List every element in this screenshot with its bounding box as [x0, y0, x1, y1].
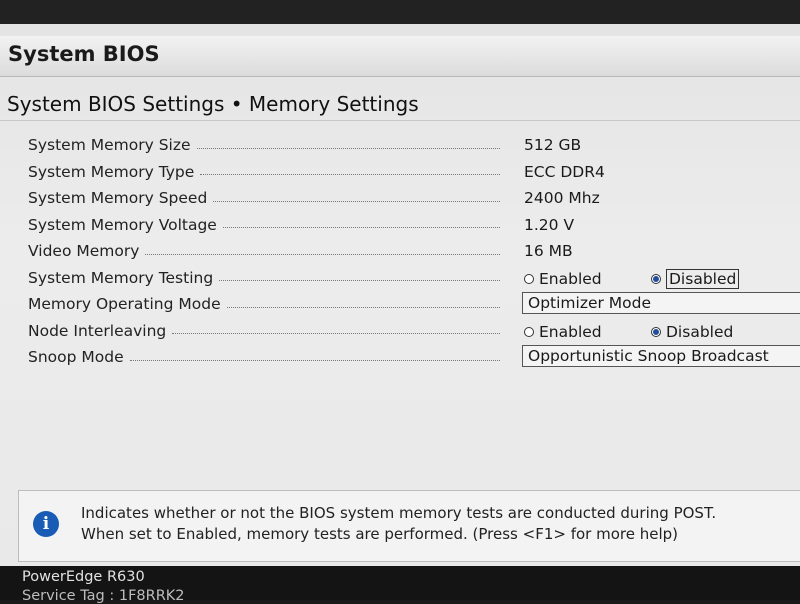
setting-row-memory-operating-mode: Memory Operating Mode Optimizer Mode — [0, 291, 800, 318]
setting-row-system-memory-type: System Memory Type ECC DDR4 — [0, 159, 800, 186]
help-line-1: Indicates whether or not the BIOS system… — [81, 504, 717, 522]
radio-selected-icon — [651, 326, 661, 337]
setting-label: System Memory Size — [28, 136, 191, 154]
divider — [0, 120, 800, 121]
leader-dots — [213, 200, 500, 202]
memory-testing-disabled-radio[interactable]: Disabled — [651, 268, 740, 290]
snoop-mode-select[interactable]: Opportunistic Snoop Broadcast — [522, 345, 800, 367]
info-icon: i — [33, 511, 59, 537]
setting-value: 512 GB — [524, 136, 582, 154]
setting-label: System Memory Voltage — [28, 215, 217, 234]
setting-value: 1.20 V — [524, 215, 575, 234]
setting-value: ECC DDR4 — [524, 162, 605, 181]
page-title: System BIOS Settings • Memory Settings — [7, 92, 419, 116]
settings-list: System Memory Size 512 GB System Memory … — [0, 132, 800, 371]
setting-label: Snoop Mode — [28, 348, 124, 366]
bios-screen: System BIOS System BIOS Settings • Memor… — [0, 24, 800, 566]
radio-unselected-icon — [524, 326, 534, 337]
monitor-bezel — [0, 0, 800, 24]
setting-label: System Memory Testing — [28, 268, 214, 287]
leader-dots — [172, 333, 500, 334]
setting-row-system-memory-size: System Memory Size 512 GB — [0, 132, 800, 159]
radio-label: Enabled — [539, 322, 602, 341]
system-model: PowerEdge R630 — [22, 569, 145, 585]
radio-label: Enabled — [539, 269, 602, 288]
leader-dots — [196, 147, 500, 149]
leader-dots — [222, 227, 500, 228]
node-interleaving-enabled-radio[interactable]: Enabled — [524, 323, 602, 341]
setting-row-node-interleaving: Node Interleaving Enabled Disabled — [0, 318, 800, 345]
setting-row-system-memory-speed: System Memory Speed 2400 Mhz — [0, 185, 800, 212]
setting-row-snoop-mode: Snoop Mode Opportunistic Snoop Broadcast — [0, 344, 800, 371]
help-line-2: When set to Enabled, memory tests are pe… — [81, 525, 679, 543]
setting-label: System Memory Speed — [28, 189, 208, 207]
setting-label: Video Memory — [28, 242, 140, 260]
radio-label: Disabled — [666, 322, 734, 341]
service-tag: Service Tag : 1F8RRK2 — [22, 588, 185, 604]
title-bar: System BIOS — [0, 36, 800, 77]
leader-dots — [129, 359, 500, 361]
leader-dots — [226, 306, 500, 308]
setting-row-system-memory-testing: System Memory Testing Enabled Disabled — [0, 265, 800, 292]
setting-row-system-memory-voltage: System Memory Voltage 1.20 V — [0, 212, 800, 239]
node-interleaving-disabled-radio[interactable]: Disabled — [651, 321, 733, 343]
node-interleaving-radio-group: Enabled Disabled — [524, 321, 733, 343]
setting-label: System Memory Type — [28, 162, 195, 181]
memory-operating-mode-select[interactable]: Optimizer Mode — [522, 292, 800, 314]
memory-testing-enabled-radio[interactable]: Enabled — [524, 270, 602, 288]
setting-value: 2400 Mhz — [524, 189, 600, 207]
radio-selected-icon — [651, 273, 661, 284]
setting-label: Node Interleaving — [28, 321, 167, 340]
setting-label: Memory Operating Mode — [28, 295, 221, 313]
setting-row-video-memory: Video Memory 16 MB — [0, 238, 800, 265]
radio-unselected-icon — [524, 273, 534, 284]
help-panel: i Indicates whether or not the BIOS syst… — [18, 490, 800, 562]
setting-value: 16 MB — [524, 242, 573, 260]
memory-testing-radio-group: Enabled Disabled — [524, 268, 740, 290]
leader-dots — [219, 280, 500, 281]
help-text: Indicates whether or not the BIOS system… — [81, 503, 716, 545]
window-title: System BIOS — [8, 42, 160, 66]
leader-dots — [200, 174, 500, 175]
radio-label: Disabled — [666, 268, 740, 289]
leader-dots — [145, 253, 500, 255]
footer-bar: PowerEdge R630 Service Tag : 1F8RRK2 — [0, 566, 800, 604]
